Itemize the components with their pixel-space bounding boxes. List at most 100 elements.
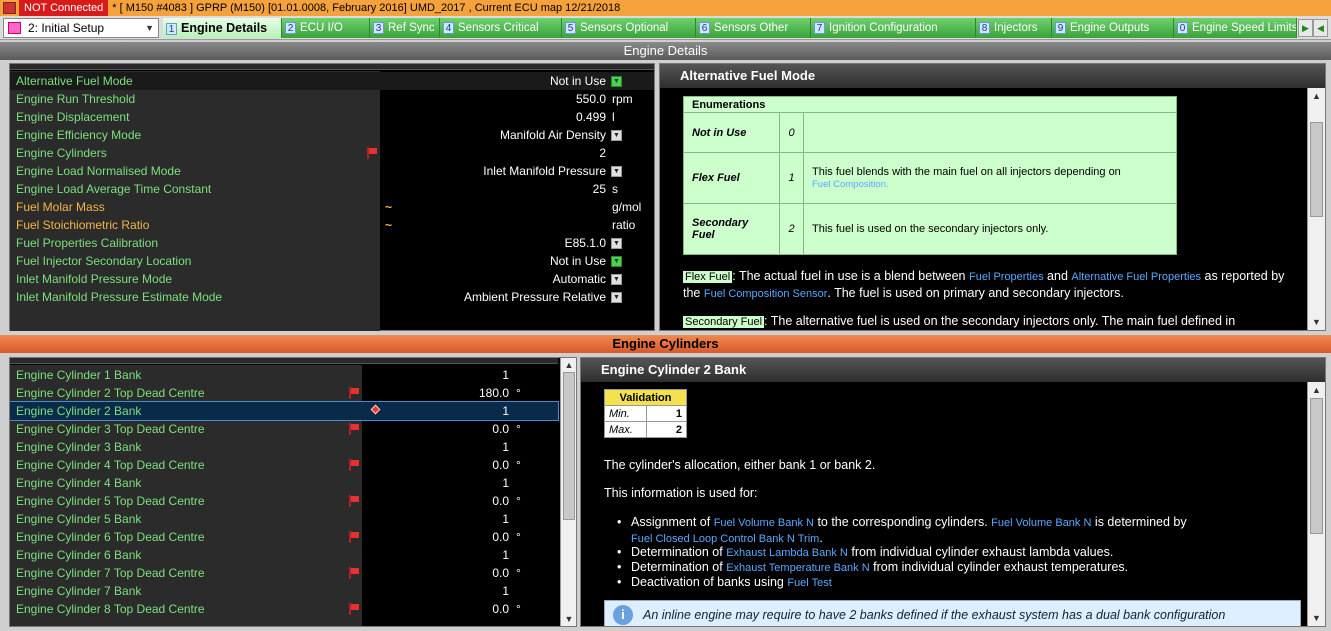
row-value[interactable]: 0.0 <box>492 528 509 546</box>
chevron-down-icon[interactable]: ▼ <box>145 19 154 37</box>
row-value[interactable]: 1 <box>502 366 509 384</box>
row-value[interactable]: Ambient Pressure Relative <box>464 288 606 306</box>
grid-row[interactable]: Engine Cylinder 2 Top Dead Centre 180.0 ° <box>10 384 558 402</box>
row-name: Engine Run Threshold <box>16 92 136 106</box>
row-value[interactable]: 180.0 <box>479 384 509 402</box>
link-fuel-composition-sensor[interactable]: Fuel Composition Sensor <box>704 288 828 300</box>
dropdown-icon[interactable]: ▼ <box>611 130 622 141</box>
grid-row[interactable]: Inlet Manifold Pressure Mode Automatic ▼ <box>10 270 654 288</box>
setup-select-value: 2: Initial Setup <box>28 21 105 35</box>
grid-row[interactable]: Engine Load Average Time Constant 25 s <box>10 180 654 198</box>
scroll-thumb[interactable] <box>563 372 575 520</box>
flex-fuel-paragraph: Flex Fuel: The actual fuel in use is a b… <box>683 268 1308 302</box>
tab-ref-sync[interactable]: 3 Ref Sync <box>370 18 440 38</box>
grid-row[interactable]: Engine Cylinder 5 Bank 1 <box>10 510 558 528</box>
row-value[interactable]: 1 <box>502 510 509 528</box>
grid-row[interactable]: Engine Cylinder 3 Bank 1 <box>10 438 558 456</box>
tab-ecu-io[interactable]: 2 ECU I/O <box>282 18 370 38</box>
scroll-thumb[interactable] <box>1310 398 1323 534</box>
row-value[interactable]: 2 <box>599 144 606 162</box>
link-exhaust-lambda-bank-n[interactable]: Exhaust Lambda Bank N <box>726 547 848 559</box>
link-fuel-volume-bank-n[interactable]: Fuel Volume Bank N <box>714 517 814 529</box>
grid-row[interactable]: Engine Cylinder 4 Top Dead Centre 0.0 ° <box>10 456 558 474</box>
grid-row[interactable]: Engine Cylinder 1 Bank 1 <box>10 366 558 384</box>
row-value[interactable]: Manifold Air Density <box>500 126 606 144</box>
scroll-up-icon[interactable]: ▲ <box>561 358 576 372</box>
row-value[interactable]: 1 <box>502 546 509 564</box>
grid-row[interactable]: Engine Cylinders 2 <box>10 144 654 162</box>
row-value[interactable]: Inlet Manifold Pressure <box>483 162 606 180</box>
tab-engine-speed-limits[interactable]: 0 Engine Speed Limits <box>1174 18 1297 38</box>
link-alternative-fuel-properties[interactable]: Alternative Fuel Properties <box>1071 271 1201 283</box>
grid-row[interactable]: Engine Load Normalised Mode Inlet Manifol… <box>10 162 654 180</box>
row-value[interactable]: 1 <box>502 402 509 420</box>
tab-injectors[interactable]: 8 Injectors <box>976 18 1052 38</box>
grid-row[interactable]: Engine Cylinder 4 Bank 1 <box>10 474 558 492</box>
dropdown-icon[interactable]: ▼ <box>611 292 622 303</box>
dropdown-icon[interactable]: ▼ <box>611 274 622 285</box>
grid-row[interactable]: Engine Cylinder 7 Top Dead Centre 0.0 ° <box>10 564 558 582</box>
grid-row[interactable]: Engine Cylinder 5 Top Dead Centre 0.0 ° <box>10 492 558 510</box>
tab-scroll-right-icon[interactable]: ▶ <box>1298 19 1313 37</box>
row-value[interactable]: Automatic <box>553 270 606 288</box>
scroll-down-icon[interactable]: ▼ <box>1308 610 1325 626</box>
grid-row[interactable]: Engine Run Threshold 550.0 rpm <box>10 90 654 108</box>
grid-row[interactable]: Engine Cylinder 3 Top Dead Centre 0.0 ° <box>10 420 558 438</box>
row-value[interactable]: 0.499 <box>576 108 606 126</box>
row-value[interactable]: 0.0 <box>492 492 509 510</box>
tab-ignition-configuration[interactable]: 7 Ignition Configuration <box>811 18 976 38</box>
scroll-up-icon[interactable]: ▲ <box>1308 382 1325 398</box>
dropdown-icon[interactable]: ▼ <box>611 238 622 249</box>
help-scrollbar[interactable]: ▲ ▼ <box>1307 88 1325 330</box>
tab-sensors-other[interactable]: 6 Sensors Other <box>696 18 811 38</box>
link-fuel-properties[interactable]: Fuel Properties <box>969 271 1044 283</box>
help-title: Alternative Fuel Mode <box>660 64 1325 88</box>
row-value[interactable]: 0.0 <box>492 420 509 438</box>
link-fuel-composition[interactable]: Fuel Composition. <box>812 179 889 190</box>
dropdown-icon[interactable]: ▼ <box>611 166 622 177</box>
row-value[interactable]: 1 <box>502 474 509 492</box>
grid-row[interactable]: Fuel Molar Mass ~ g/mol <box>10 198 654 216</box>
grid-row-selected[interactable]: Engine Cylinder 2 Bank 1 <box>10 401 559 421</box>
link-fuel-test[interactable]: Fuel Test <box>787 577 831 589</box>
grid-row[interactable]: Alternative Fuel Mode Not in Use ▼ <box>10 72 654 90</box>
scroll-down-icon[interactable]: ▼ <box>561 612 576 626</box>
grid-row[interactable]: Fuel Properties Calibration E85.1.0 ▼ <box>10 234 654 252</box>
row-value[interactable]: 0.0 <box>492 564 509 582</box>
link-fuel-volume-bank-n[interactable]: Fuel Volume Bank N <box>991 517 1091 529</box>
scroll-up-icon[interactable]: ▲ <box>1308 88 1325 104</box>
row-value[interactable]: E85.1.0 <box>565 234 606 252</box>
tab-sensors-critical[interactable]: 4 Sensors Critical <box>440 18 562 38</box>
grid-row[interactable]: Engine Cylinder 6 Bank 1 <box>10 546 558 564</box>
link-exhaust-temperature-bank-n[interactable]: Exhaust Temperature Bank N <box>726 562 869 574</box>
link-fuel-closed-loop-control-bank-n-trim[interactable]: Fuel Closed Loop Control Bank N Trim <box>631 533 819 545</box>
tab-engine-outputs[interactable]: 9 Engine Outputs <box>1052 18 1174 38</box>
row-value[interactable]: Not in Use <box>550 72 606 90</box>
row-value[interactable]: 1 <box>502 438 509 456</box>
row-value[interactable]: 1 <box>502 582 509 600</box>
grid-row[interactable]: Engine Displacement 0.499 l <box>10 108 654 126</box>
row-value[interactable]: 25 <box>593 180 606 198</box>
row-value[interactable]: 550.0 <box>576 90 606 108</box>
grid-row[interactable]: Engine Cylinder 8 Top Dead Centre 0.0 ° <box>10 600 558 618</box>
grid-row[interactable]: Engine Cylinder 6 Top Dead Centre 0.0 ° <box>10 528 558 546</box>
scroll-thumb[interactable] <box>1310 122 1323 217</box>
tab-sensors-optional[interactable]: 5 Sensors Optional <box>562 18 696 38</box>
dropdown-icon[interactable]: ▼ <box>611 256 622 267</box>
scroll-down-icon[interactable]: ▼ <box>1308 314 1325 330</box>
grid-row[interactable]: Engine Efficiency Mode Manifold Air Densi… <box>10 126 654 144</box>
row-value[interactable]: 0.0 <box>492 600 509 618</box>
dropdown-icon[interactable]: ▼ <box>611 76 622 87</box>
tab-engine-details[interactable]: 1 Engine Details <box>163 18 282 38</box>
grid-row[interactable]: Fuel Stoichiometric Ratio ~ ratio <box>10 216 654 234</box>
grid-row[interactable]: Inlet Manifold Pressure Estimate Mode Amb… <box>10 288 654 306</box>
grid-scrollbar[interactable]: ▲ ▼ <box>560 358 576 626</box>
grid-row[interactable]: Engine Cylinder 7 Bank 1 <box>10 582 558 600</box>
setup-select[interactable]: 2: Initial Setup ▼ <box>3 18 159 38</box>
help-scrollbar[interactable]: ▲ ▼ <box>1307 382 1325 626</box>
grid-row[interactable]: Fuel Injector Secondary Location Not in U… <box>10 252 654 270</box>
row-value[interactable]: Not in Use <box>550 252 606 270</box>
tab-scroll-left-icon[interactable]: ◀ <box>1313 19 1328 37</box>
row-name: Engine Cylinder 5 Top Dead Centre <box>16 494 205 508</box>
row-value[interactable]: 0.0 <box>492 456 509 474</box>
